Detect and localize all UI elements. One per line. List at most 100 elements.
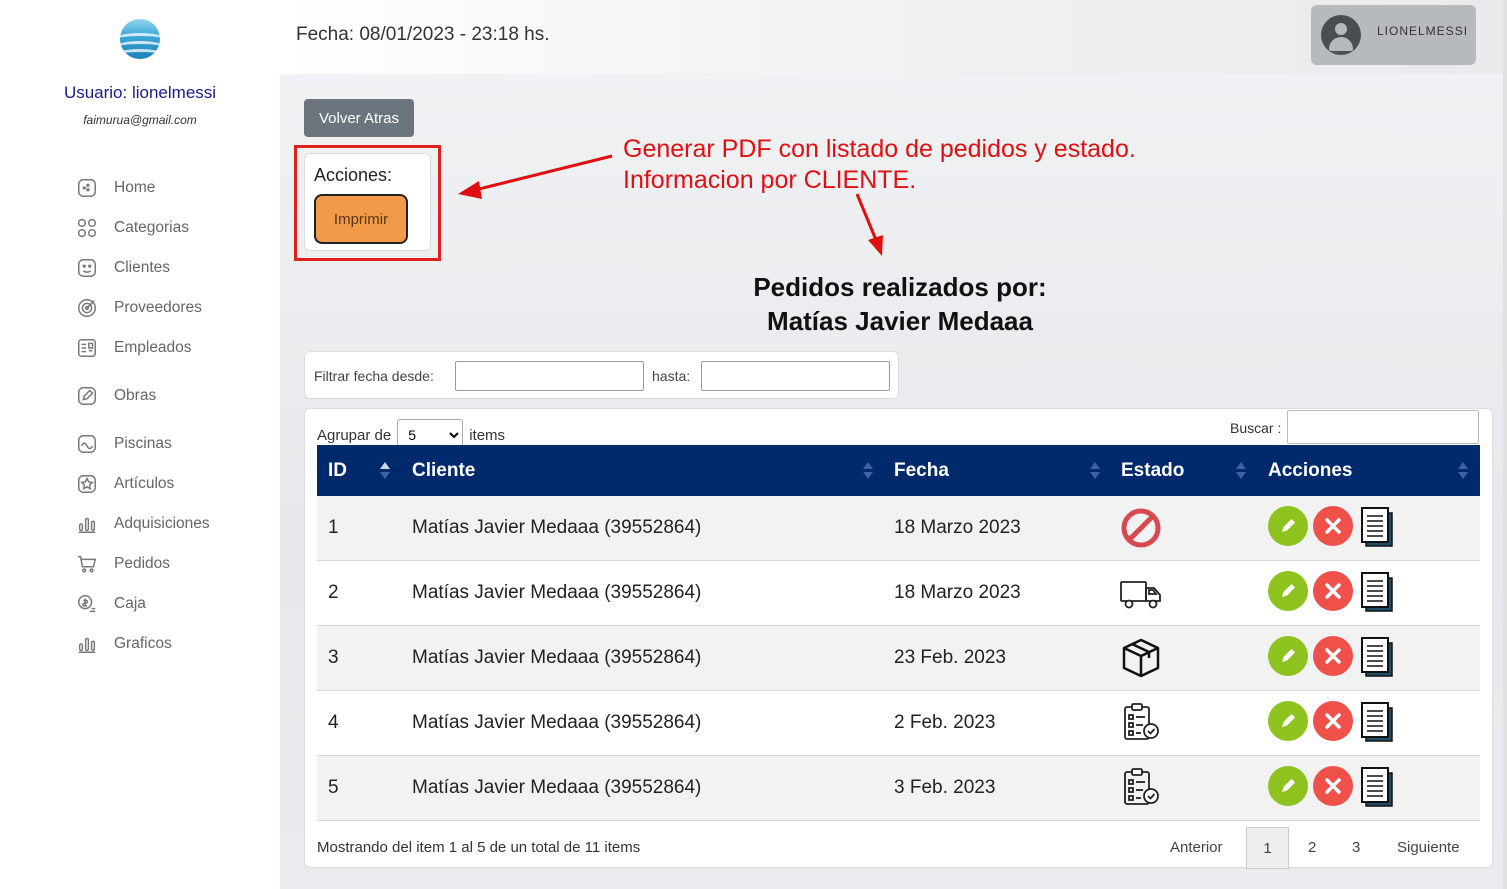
column-header-id[interactable]: ID [328, 445, 347, 496]
table-row: 5 Matías Javier Medaaa (39552864) 3 Feb.… [317, 756, 1480, 821]
document-icon[interactable] [1360, 636, 1394, 678]
edit-button[interactable] [1268, 766, 1308, 806]
close-icon [1313, 506, 1353, 546]
sidebar-item-home[interactable]: Home [76, 176, 256, 200]
table-row: 1 Matías Javier Medaaa (39552864) 18 Mar… [317, 496, 1480, 561]
actions-title: Acciones: [314, 165, 393, 185]
date-from-input[interactable] [455, 361, 644, 391]
annotation-line-1: Generar PDF con listado de pedidos y est… [623, 135, 1136, 163]
sidebar-item-label: Obras [114, 387, 157, 404]
sidebar-item-label: Clientes [114, 259, 170, 276]
filter-to-label: hasta: [652, 368, 691, 384]
cell-id: 5 [328, 777, 339, 798]
back-button[interactable]: Volver Atras [304, 99, 414, 137]
date-filter: Filtrar fecha desde: hasta: [304, 351, 899, 399]
sidebar-item-piscinas[interactable]: Piscinas [76, 432, 256, 456]
delete-button[interactable] [1313, 506, 1353, 546]
scrollbar[interactable] [1503, 0, 1507, 889]
close-icon [1313, 636, 1353, 676]
cell-fecha: 2 Feb. 2023 [894, 712, 996, 733]
categories-icon [78, 219, 96, 237]
sort-icon [863, 462, 873, 480]
sidebar-item-label: Proveedores [114, 299, 202, 316]
bar-chart-icon [78, 637, 96, 653]
sidebar: Usuario: lionelmessi faimurua@gmail.com … [0, 0, 280, 889]
column-header-cliente[interactable]: Cliente [412, 445, 475, 496]
cell-cliente: Matías Javier Medaaa (39552864) [412, 777, 702, 798]
cash-icon [78, 595, 96, 613]
pencil-icon [1268, 766, 1308, 806]
document-icon[interactable] [1360, 701, 1394, 743]
edit-button[interactable] [1268, 506, 1308, 546]
employees-icon [78, 339, 96, 357]
edit-button[interactable] [1268, 636, 1308, 676]
main-content: Fecha: 08/01/2023 - 23:18 hs. LIONELMESS… [280, 0, 1507, 889]
document-icon[interactable] [1360, 506, 1394, 548]
arrow-head-heading [868, 235, 883, 256]
cell-id: 1 [328, 517, 339, 538]
column-header-fecha[interactable]: Fecha [894, 445, 949, 496]
close-icon [1313, 571, 1353, 611]
column-header-estado[interactable]: Estado [1121, 445, 1184, 496]
sidebar-item-caja[interactable]: Caja [76, 592, 256, 616]
group-label: Agrupar de [317, 426, 392, 444]
pagination-next[interactable]: Siguiente [1397, 827, 1460, 869]
search-input[interactable] [1287, 410, 1479, 444]
sidebar-item-articulos[interactable]: Artículos [76, 472, 256, 496]
sidebar-item-label: Graficos [114, 635, 172, 652]
delete-button[interactable] [1313, 766, 1353, 806]
star-icon [78, 475, 96, 493]
table-row: 4 Matías Javier Medaaa (39552864) 2 Feb.… [317, 691, 1480, 756]
pagination-page-1[interactable]: 1 [1246, 827, 1289, 869]
arrow-head-print [458, 181, 482, 199]
sidebar-item-adquisiciones[interactable]: Adquisiciones [76, 512, 256, 536]
pagination-prev[interactable]: Anterior [1170, 827, 1223, 869]
sidebar-item-proveedores[interactable]: Proveedores [76, 296, 256, 320]
print-button[interactable]: Imprimir [314, 194, 408, 244]
cell-cliente: Matías Javier Medaaa (39552864) [412, 712, 702, 733]
user-menu-button[interactable]: LIONELMESSI [1311, 5, 1476, 65]
date-to-input[interactable] [701, 361, 890, 391]
document-icon[interactable] [1360, 571, 1394, 613]
delete-button[interactable] [1313, 571, 1353, 611]
close-icon [1313, 766, 1353, 806]
sidebar-item-graficos[interactable]: Graficos [76, 632, 256, 656]
sort-icon [1458, 462, 1468, 480]
cell-fecha: 18 Marzo 2023 [894, 517, 1021, 538]
truck-icon [1120, 581, 1161, 609]
pagination-page-3[interactable]: 3 [1352, 827, 1360, 869]
document-icon[interactable] [1360, 766, 1394, 808]
cell-id: 2 [328, 582, 339, 603]
arrow-to-print [474, 154, 613, 192]
sidebar-item-obras[interactable]: Obras [76, 384, 256, 408]
sidebar-item-label: Piscinas [114, 435, 172, 452]
sidebar-item-categorias[interactable]: Categorias [76, 216, 256, 240]
client-name-title: Matías Javier Medaaa [767, 306, 1033, 336]
sort-icon [380, 462, 390, 480]
checklist-icon [1124, 703, 1159, 740]
pencil-icon [1268, 701, 1308, 741]
annotation-text: Generar PDF con listado de pedidos y est… [623, 134, 1136, 196]
close-icon [1313, 701, 1353, 741]
sidebar-item-empleados[interactable]: Empleados [76, 336, 256, 360]
pencil-icon [1268, 506, 1308, 546]
home-icon [78, 179, 96, 197]
sidebar-item-clientes[interactable]: Clientes [76, 256, 256, 280]
orders-table-card: Agrupar de 5 items Buscar : ID Cliente F… [304, 408, 1493, 869]
avatar [1321, 15, 1361, 55]
table-row: 2 Matías Javier Medaaa (39552864) 18 Mar… [317, 561, 1480, 626]
cancelled-icon [1121, 508, 1161, 548]
sidebar-item-pedidos[interactable]: Pedidos [76, 552, 256, 576]
delete-button[interactable] [1313, 701, 1353, 741]
user-label: Usuario: lionelmessi [63, 83, 217, 102]
username-label: LIONELMESSI [1377, 24, 1469, 38]
cell-cliente: Matías Javier Medaaa (39552864) [412, 647, 702, 668]
edit-button[interactable] [1268, 701, 1308, 741]
pagination-page-2[interactable]: 2 [1308, 827, 1316, 869]
delete-button[interactable] [1313, 636, 1353, 676]
edit-button[interactable] [1268, 571, 1308, 611]
cell-cliente: Matías Javier Medaaa (39552864) [412, 517, 702, 538]
cell-fecha: 23 Feb. 2023 [894, 647, 1006, 668]
column-header-acciones[interactable]: Acciones [1268, 445, 1352, 496]
sidebar-item-label: Pedidos [114, 555, 171, 572]
